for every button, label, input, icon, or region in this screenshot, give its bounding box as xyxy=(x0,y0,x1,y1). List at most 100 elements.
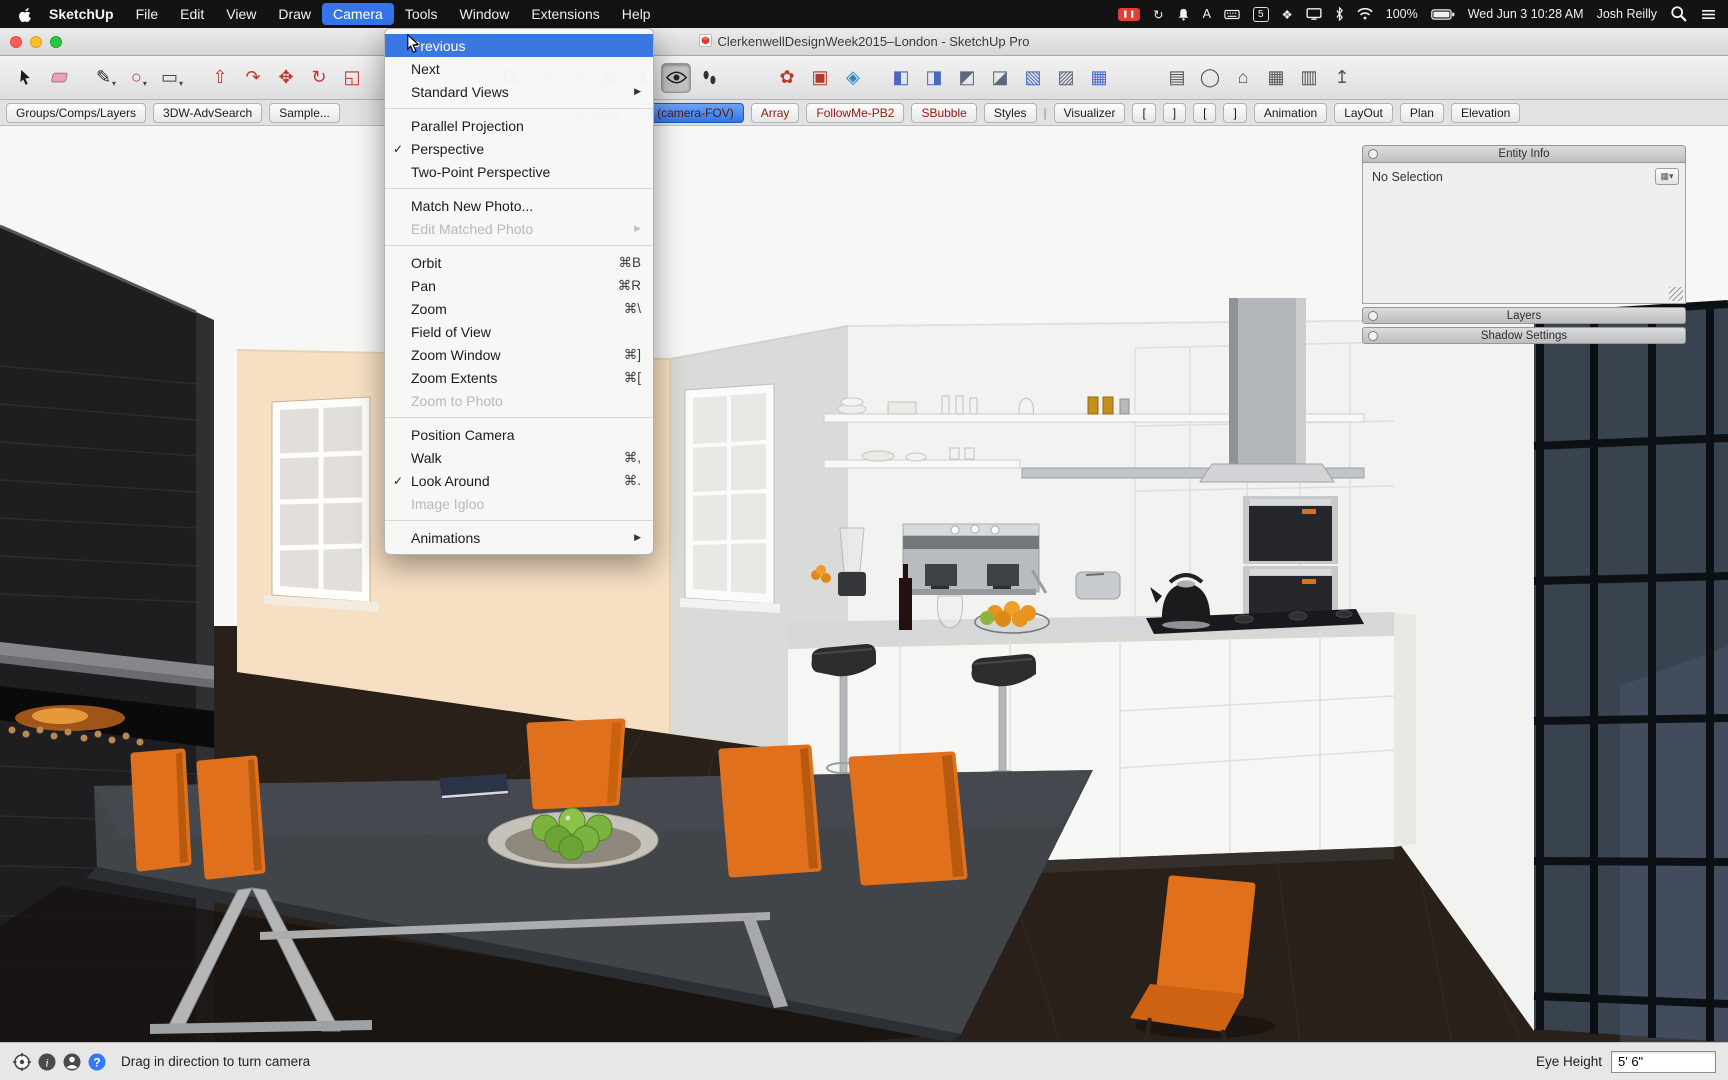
cylinder-icon[interactable]: ◯ xyxy=(1195,63,1225,93)
menu-item-look-around[interactable]: ✓ Look Around ⌘. xyxy=(385,469,653,492)
battery-icon[interactable] xyxy=(1430,8,1455,20)
toolbar-tab-array[interactable]: Array xyxy=(750,102,800,123)
toolbar-tab-layout[interactable]: LayOut xyxy=(1334,102,1393,123)
scale-tool[interactable]: ◱ xyxy=(337,63,367,93)
notification-bell-icon[interactable] xyxy=(1177,8,1190,21)
shadow-settings-header[interactable]: Shadow Settings xyxy=(1362,327,1686,344)
toolbar-tab-sample[interactable]: Sample... xyxy=(269,102,340,123)
notification-center-icon[interactable] xyxy=(1701,9,1716,20)
cube-plugin-icon-3[interactable]: ◩ xyxy=(952,63,982,93)
minimize-window-button[interactable] xyxy=(30,36,42,48)
zoom-window-button[interactable] xyxy=(50,36,62,48)
menubar-item-draw[interactable]: Draw xyxy=(267,3,322,25)
toolbar-tab-[interactable]: ] xyxy=(1162,102,1187,123)
toolbar-tab-followme-pb2[interactable]: FollowMe-PB2 xyxy=(806,102,905,123)
cube-plugin-icon-6[interactable]: ▨ xyxy=(1051,63,1081,93)
home-icon[interactable]: ⌂ xyxy=(1228,63,1258,93)
entity-info-header[interactable]: Entity Info xyxy=(1362,145,1686,163)
menu-item-previous[interactable]: Previous xyxy=(385,34,653,57)
move-tool[interactable]: ✥ xyxy=(271,63,301,93)
plugin-icon-1[interactable]: ✿ xyxy=(772,63,802,93)
toolbar-tab-[interactable]: [ xyxy=(1132,102,1156,123)
circle-tool-dropdown-caret[interactable]: ▾ xyxy=(143,79,147,88)
toolbar-tab-camera-fov[interactable]: (camera-FOV) xyxy=(647,102,744,123)
badge-5-icon[interactable]: 5 xyxy=(1252,6,1269,22)
menu-item-match-new-photo[interactable]: Match New Photo... xyxy=(385,194,653,217)
menubar-item-help[interactable]: Help xyxy=(611,3,662,25)
entity-info-details-button[interactable]: ▦▾ xyxy=(1655,168,1679,185)
rectangle-tool-dropdown-caret[interactable]: ▾ xyxy=(179,79,183,88)
menubar-item-tools[interactable]: Tools xyxy=(394,3,449,25)
look-around-tool[interactable] xyxy=(661,62,691,93)
toolbar-tab-[interactable]: ] xyxy=(1223,102,1247,123)
close-window-button[interactable] xyxy=(10,36,22,48)
menubar-item-file[interactable]: File xyxy=(125,3,170,25)
menu-item-field-of-view[interactable]: Field of View xyxy=(385,320,653,343)
spotlight-icon[interactable] xyxy=(1670,5,1688,23)
cube-plugin-icon-7[interactable]: ▦ xyxy=(1084,63,1114,93)
plugin-icon-2[interactable]: ▣ xyxy=(805,63,835,93)
toolbar-tab-animation[interactable]: Animation xyxy=(1253,102,1328,123)
text-format-icon[interactable]: A xyxy=(1203,7,1211,21)
plugin-icon-3[interactable]: ◈ xyxy=(838,63,868,93)
menu-item-zoom-extents[interactable]: Zoom Extents ⌘[ xyxy=(385,366,653,389)
menubar-item-extensions[interactable]: Extensions xyxy=(520,3,610,25)
eye-height-input[interactable] xyxy=(1611,1050,1716,1073)
menu-item-parallel-projection[interactable]: Parallel Projection xyxy=(385,114,653,137)
toolbar-tab-styles[interactable]: Styles xyxy=(983,102,1037,123)
toolbar-tab-sbubble[interactable]: SBubble xyxy=(911,102,977,123)
geolocation-icon[interactable] xyxy=(12,1052,32,1072)
modeling-viewport[interactable]: Entity Info No Selection ▦▾ Layers Shado… xyxy=(0,126,1728,1042)
menu-item-walk[interactable]: Walk ⌘, xyxy=(385,446,653,469)
menu-item-zoom-window[interactable]: Zoom Window ⌘] xyxy=(385,343,653,366)
print-icon[interactable]: ▥ xyxy=(1294,63,1324,93)
menu-item-zoom[interactable]: Zoom ⌘\ xyxy=(385,297,653,320)
fast-user-switch[interactable]: Josh Reilly xyxy=(1597,7,1657,21)
rectangle-tool[interactable]: ▭ ▾ xyxy=(157,63,187,93)
push-pull-tool[interactable]: ⇧ xyxy=(205,63,235,93)
menubar-item-sketchup[interactable]: SketchUp xyxy=(38,3,125,25)
keyboard-icon[interactable] xyxy=(1224,9,1240,20)
game-center-icon[interactable]: ❖ xyxy=(1282,7,1293,22)
menu-item-standard-views[interactable]: Standard Views ▶ xyxy=(385,80,653,103)
export-icon[interactable]: ↥ xyxy=(1327,63,1357,93)
menubar-item-edit[interactable]: Edit xyxy=(169,3,215,25)
toolbar-tab-3dw-advsearch[interactable]: 3DW-AdvSearch xyxy=(153,102,263,123)
toolbar-tab-elevation[interactable]: Elevation xyxy=(1450,102,1521,123)
apple-menu-icon[interactable] xyxy=(12,7,38,22)
time-machine-icon[interactable]: ↻ xyxy=(1153,7,1163,22)
cube-plugin-icon-4[interactable]: ◪ xyxy=(985,63,1015,93)
rotate-tool[interactable]: ↻ xyxy=(304,63,334,93)
screen-recording-icon[interactable]: ❚❚ xyxy=(1118,7,1141,21)
toolbar-tab-visualizer[interactable]: Visualizer xyxy=(1053,102,1126,123)
select-tool[interactable] xyxy=(10,63,40,93)
section-icon[interactable]: ▤ xyxy=(1162,63,1192,93)
wifi-icon[interactable] xyxy=(1357,8,1373,20)
user-icon[interactable] xyxy=(62,1052,82,1072)
grid-icon[interactable]: ▦ xyxy=(1261,63,1291,93)
line-tool-dropdown-caret[interactable]: ▾ xyxy=(112,79,116,88)
toolbar-tab-[interactable]: [ xyxy=(1193,102,1217,123)
bluetooth-icon[interactable] xyxy=(1335,7,1344,21)
eraser-tool[interactable] xyxy=(43,63,73,93)
menu-item-position-camera[interactable]: Position Camera xyxy=(385,423,653,446)
menu-item-perspective[interactable]: ✓ Perspective xyxy=(385,137,653,160)
help-icon[interactable]: ? xyxy=(87,1052,107,1072)
cube-plugin-icon-5[interactable]: ▧ xyxy=(1018,63,1048,93)
walk-tool[interactable] xyxy=(694,63,724,93)
menubar-item-view[interactable]: View xyxy=(215,3,267,25)
credits-icon[interactable]: i xyxy=(37,1052,57,1072)
display-icon[interactable] xyxy=(1306,8,1322,20)
menu-item-orbit[interactable]: Orbit ⌘B xyxy=(385,251,653,274)
menu-item-next[interactable]: Next xyxy=(385,57,653,80)
toolbar-tab-groups-comps-layers[interactable]: Groups/Comps/Layers xyxy=(6,102,147,123)
follow-me-tool[interactable]: ↷ xyxy=(238,63,268,93)
entity-info-collapse-toggle[interactable] xyxy=(1368,149,1378,159)
menubar-item-window[interactable]: Window xyxy=(449,3,521,25)
shadow-settings-collapse-toggle[interactable] xyxy=(1368,331,1378,341)
menubar-item-camera[interactable]: Camera xyxy=(322,3,394,25)
menu-item-two-point-perspective[interactable]: Two-Point Perspective xyxy=(385,160,653,183)
circle-tool[interactable]: ○ ▾ xyxy=(124,63,154,93)
layers-panel-header[interactable]: Layers xyxy=(1362,307,1686,324)
menu-item-pan[interactable]: Pan ⌘R xyxy=(385,274,653,297)
